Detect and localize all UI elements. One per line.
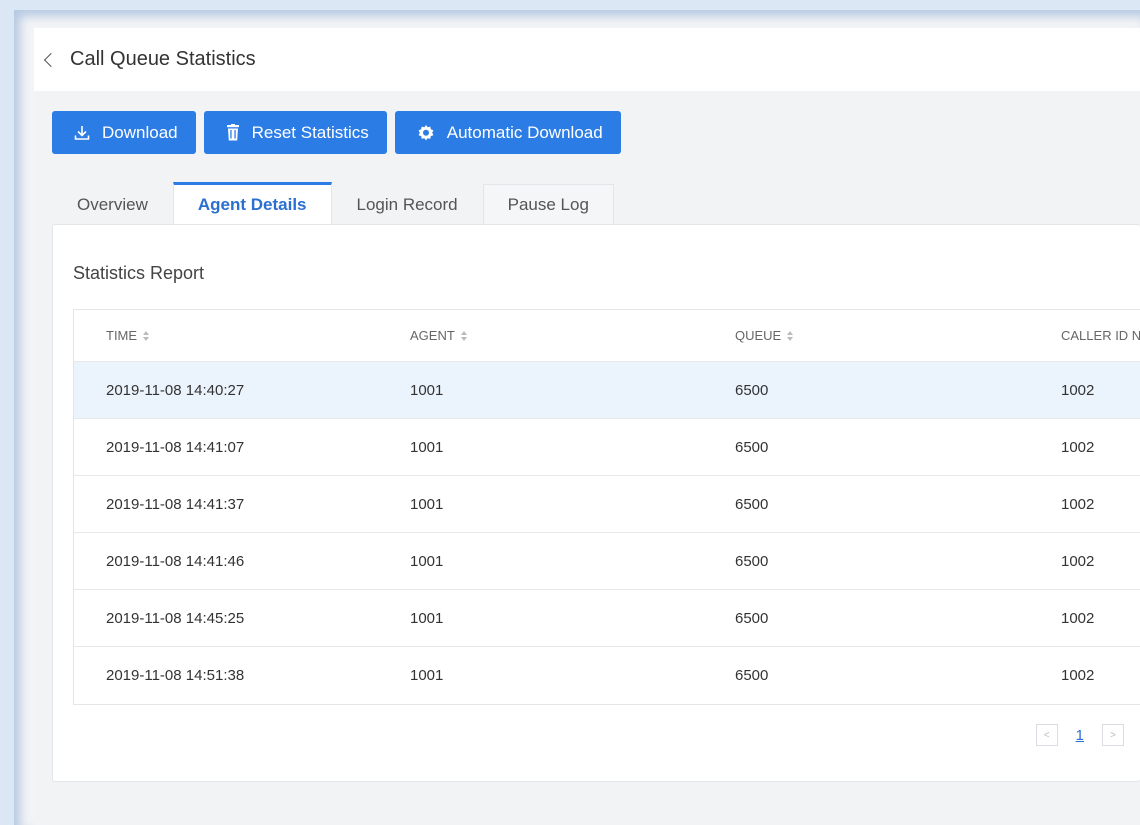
statistics-panel: Statistics Report TIME AGENT QUEUE CALLE…: [52, 224, 1140, 782]
section-title: Statistics Report: [73, 263, 205, 283]
page-number-1[interactable]: 1: [1076, 727, 1084, 744]
cell-time: 2019-11-08 14:41:07: [106, 438, 245, 456]
cell-agent: 1001: [410, 609, 444, 627]
table-row[interactable]: 2019-11-08 14:41:46 1001 6500 1002: [74, 533, 1140, 590]
trash-icon: [226, 124, 240, 141]
pagination: < 1 >: [1035, 724, 1124, 746]
table-header: TIME AGENT QUEUE CALLER ID NU: [74, 310, 1140, 362]
cell-queue: 6500: [735, 552, 769, 570]
tab-pause-log[interactable]: Pause Log: [482, 184, 614, 224]
cell-time: 2019-11-08 14:45:25: [106, 609, 245, 627]
window-frame: Call Queue Statistics Download Reset Sta…: [0, 0, 1140, 825]
tab-bar: Overview Agent Details Login Record Paus…: [52, 182, 614, 224]
sort-icon[interactable]: [787, 330, 794, 341]
column-header-queue[interactable]: QUEUE: [719, 328, 1061, 343]
cell-queue: 6500: [735, 438, 769, 456]
cell-time: 2019-11-08 14:41:46: [106, 552, 245, 570]
cell-queue: 6500: [735, 667, 769, 684]
table-row[interactable]: 2019-11-08 14:40:27 1001 6500 1002: [74, 362, 1140, 419]
cell-agent: 1001: [410, 552, 444, 570]
cell-caller-id: 1002: [1061, 609, 1095, 627]
cell-caller-id: 1002: [1061, 667, 1095, 684]
cell-time: 2019-11-08 14:51:38: [106, 667, 245, 684]
table-row[interactable]: 2019-11-08 14:41:37 1001 6500 1002: [74, 476, 1140, 533]
tab-overview[interactable]: Overview: [52, 184, 173, 224]
statistics-table: TIME AGENT QUEUE CALLER ID NU: [73, 309, 1140, 705]
cell-time: 2019-11-08 14:41:37: [106, 495, 245, 513]
tab-login-record[interactable]: Login Record: [331, 184, 483, 224]
reset-statistics-button[interactable]: Reset Statistics: [203, 111, 387, 154]
cell-agent: 1001: [410, 438, 444, 456]
download-icon: [74, 125, 90, 141]
prev-page-button[interactable]: <: [1035, 724, 1058, 746]
next-page-button[interactable]: >: [1102, 724, 1124, 746]
column-header-caller-id[interactable]: CALLER ID NU: [1061, 328, 1140, 343]
download-button[interactable]: Download: [52, 111, 196, 154]
sort-icon[interactable]: [460, 330, 468, 341]
table-row[interactable]: 2019-11-08 14:51:38 1001 6500 1002: [74, 647, 1140, 704]
toolbar: Download Reset Statistics Automatic Down…: [52, 111, 621, 155]
cell-caller-id: 1002: [1061, 552, 1095, 570]
cell-queue: 6500: [735, 381, 769, 399]
cell-agent: 1001: [410, 381, 444, 399]
cell-caller-id: 1002: [1061, 438, 1095, 456]
sort-icon[interactable]: [143, 330, 150, 341]
cell-queue: 6500: [735, 495, 769, 513]
column-header-agent[interactable]: AGENT: [394, 328, 719, 343]
download-label: Download: [102, 122, 178, 142]
reset-statistics-label: Reset Statistics: [251, 122, 369, 142]
cell-agent: 1001: [410, 667, 444, 684]
column-header-time[interactable]: TIME: [74, 328, 394, 343]
table-row[interactable]: 2019-11-08 14:45:25 1001 6500 1002: [74, 590, 1140, 647]
gear-icon: [417, 124, 435, 142]
automatic-download-label: Automatic Download: [446, 122, 603, 142]
back-chevron-icon[interactable]: [43, 52, 59, 67]
page: Call Queue Statistics Download Reset Sta…: [34, 28, 1140, 825]
cell-agent: 1001: [410, 495, 444, 513]
cell-queue: 6500: [735, 609, 769, 627]
cell-time: 2019-11-08 14:40:27: [106, 381, 245, 399]
automatic-download-button[interactable]: Automatic Download: [394, 111, 621, 154]
table-row[interactable]: 2019-11-08 14:41:07 1001 6500 1002: [74, 419, 1140, 476]
page-title: Call Queue Statistics: [70, 48, 256, 70]
tab-agent-details[interactable]: Agent Details: [172, 182, 332, 224]
cell-caller-id: 1002: [1061, 495, 1095, 513]
cell-caller-id: 1002: [1061, 381, 1095, 399]
page-header: Call Queue Statistics: [34, 28, 1140, 91]
